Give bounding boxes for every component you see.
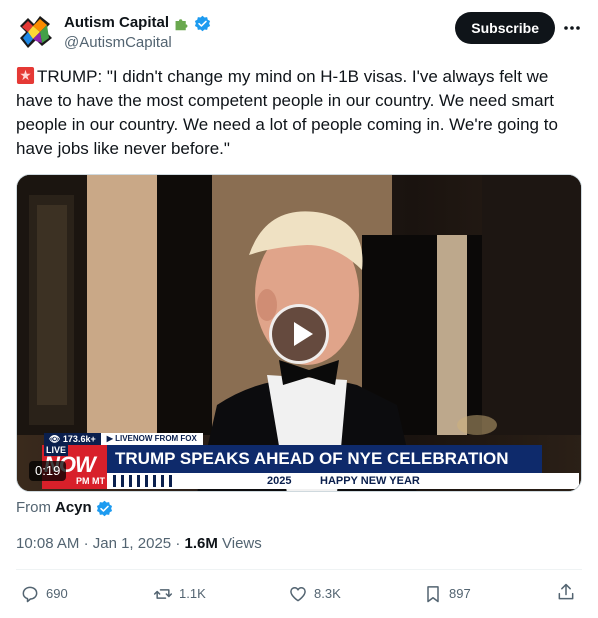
tweet-meta: 10:08 AM · Jan 1, 2025 · 1.6M Views (16, 535, 262, 552)
more-options-icon[interactable] (562, 18, 582, 38)
heart-icon (290, 587, 306, 602)
video-player[interactable]: 👁 173.6k+ ▶ LIVENOW FROM FOX LIVE NOW PM… (16, 174, 582, 492)
verified-badge-icon (194, 15, 211, 31)
from-author-link[interactable]: Acyn (55, 498, 92, 518)
chyron-stripes (107, 473, 257, 489)
reply-button[interactable]: 690 (20, 582, 68, 606)
action-bar: 690 1.1K 8.3K 897 (16, 582, 582, 606)
chyron-source: ▶ LIVENOW FROM FOX (100, 433, 203, 445)
verified-badge-icon (96, 500, 112, 516)
repost-count: 1.1K (179, 586, 206, 601)
repost-button[interactable]: 1.1K (153, 582, 206, 606)
bookmark-count: 897 (449, 586, 471, 601)
bookmark-icon (427, 586, 439, 603)
repost-icon (153, 589, 173, 599)
subscribe-button[interactable]: Subscribe (455, 12, 555, 44)
video-attribution: From Acyn (16, 498, 113, 518)
avatar[interactable] (16, 12, 56, 52)
divider (16, 569, 582, 570)
reply-icon (22, 586, 38, 603)
tweet-text: TRUMP: "I didn't change my mind on H-1B … (16, 65, 582, 161)
tweet-time[interactable]: 10:08 AM (16, 535, 79, 552)
chyron-subline: 2025 HAPPY NEW YEAR (107, 473, 579, 489)
chyron-headline: TRUMP SPEAKS AHEAD OF NYE CELEBRATION (107, 445, 542, 473)
video-duration: 0:19 (29, 461, 67, 481)
play-button[interactable] (269, 304, 329, 364)
like-button[interactable]: 8.3K (288, 582, 341, 606)
share-icon (558, 583, 574, 600)
tweet-body: TRUMP: "I didn't change my mind on H-1B … (16, 67, 558, 158)
chyron-year: 2025 (267, 475, 292, 487)
author-handle[interactable]: @AutismCapital (64, 33, 211, 53)
police-siren-icon (16, 66, 35, 85)
view-count: 1.6M (184, 535, 218, 552)
chyron-happy: HAPPY NEW YEAR (320, 475, 420, 487)
reply-count: 690 (46, 586, 68, 601)
share-button[interactable] (556, 582, 576, 602)
from-prefix: From (16, 499, 51, 516)
author-name[interactable]: Autism Capital (64, 14, 169, 32)
tweet-header: Autism Capital @AutismCapital Subscribe (16, 12, 582, 56)
like-count: 8.3K (314, 586, 341, 601)
chyron-views: 👁 173.6k+ (44, 433, 101, 445)
views-label: Views (222, 535, 262, 552)
puzzle-piece-icon (175, 18, 188, 30)
news-chyron: 👁 173.6k+ ▶ LIVENOW FROM FOX LIVE NOW PM… (17, 433, 581, 491)
tweet-date[interactable]: Jan 1, 2025 (93, 535, 171, 552)
bookmark-button[interactable]: 897 (423, 582, 471, 606)
